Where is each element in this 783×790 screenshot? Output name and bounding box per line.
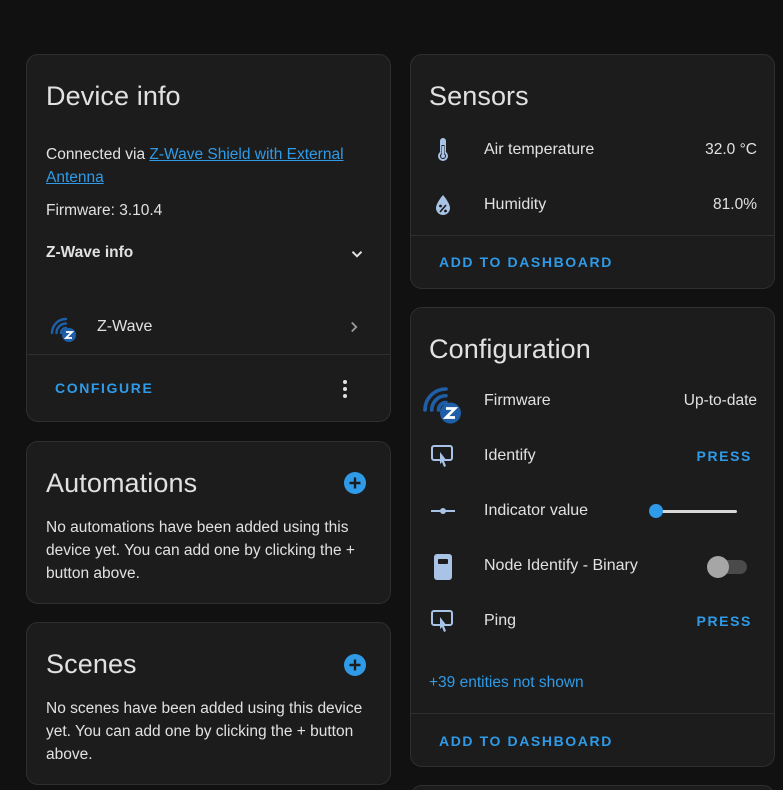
gesture-tap-button-icon: [431, 610, 453, 632]
configuration-divider: [411, 713, 774, 714]
add-scene-icon[interactable]: [343, 653, 367, 677]
chevron-down-icon: [351, 251, 363, 258]
sensor-label-humidity: Humidity: [484, 196, 547, 213]
next-card-partial: [410, 785, 775, 790]
slider-track: [655, 510, 737, 513]
config-label-ping: Ping: [484, 612, 517, 629]
automations-card: Automations No automations have been add…: [26, 441, 391, 604]
config-value-firmware: Up-to-date: [683, 392, 757, 409]
connected-via-prefix: Connected via: [46, 146, 150, 163]
sensors-card: Sensors Air temperature 32.0 °C Humidity…: [410, 54, 775, 289]
scenes-description: No scenes have been added using this dev…: [46, 700, 363, 763]
more-entities-link[interactable]: +39 entities not shown: [429, 671, 584, 694]
zwave-logo-icon: [423, 387, 461, 424]
device-info-title: Device info: [46, 81, 181, 111]
sensor-value-humidity: 81.0%: [713, 196, 757, 213]
config-row-node-identify-binary: Node Identify - Binary: [411, 546, 774, 586]
sensors-title: Sensors: [429, 81, 529, 111]
indicator-value-slider[interactable]: [649, 501, 739, 521]
configure-button[interactable]: CONFIGURE: [55, 380, 153, 396]
configuration-title: Configuration: [429, 334, 591, 364]
sensor-label-temperature: Air temperature: [484, 141, 595, 158]
chevron-right-icon: [351, 321, 358, 333]
config-row-firmware[interactable]: Firmware Up-to-date: [411, 376, 774, 426]
config-label-identify: Identify: [484, 447, 536, 464]
config-row-ping: Ping PRESS: [411, 601, 774, 641]
identify-press-button[interactable]: PRESS: [697, 448, 752, 464]
thermometer-icon: [438, 138, 448, 161]
sensors-divider: [411, 235, 774, 236]
more-vertical-icon[interactable]: [333, 377, 357, 401]
zwave-info-expander[interactable]: Z-Wave info: [27, 230, 390, 276]
ping-press-button[interactable]: PRESS: [697, 613, 752, 629]
config-label-node-identify-binary: Node Identify - Binary: [484, 557, 638, 574]
slider-icon: [431, 508, 455, 514]
configuration-add-to-dashboard-button[interactable]: ADD TO DASHBOARD: [439, 733, 613, 749]
slider-thumb[interactable]: [649, 504, 663, 518]
config-label-firmware: Firmware: [484, 392, 551, 409]
config-row-indicator-value: Indicator value: [411, 491, 774, 531]
configuration-card: Configuration Firmware Up-to-date Identi…: [410, 307, 775, 767]
config-row-identify: Identify PRESS: [411, 436, 774, 476]
connected-via-link-line2[interactable]: Antenna: [46, 169, 104, 186]
firmware-text: Firmware: 3.10.4: [46, 202, 163, 219]
scenes-title: Scenes: [46, 649, 137, 679]
zwave-integration-label: Z-Wave: [97, 318, 153, 335]
sensor-value-temperature: 32.0 °C: [705, 141, 757, 158]
node-identify-toggle[interactable]: [707, 556, 751, 578]
config-label-indicator-value: Indicator value: [484, 502, 589, 519]
add-automation-icon[interactable]: [343, 471, 367, 495]
connected-via-text: Connected via Z-Wave Shield with Externa…: [46, 143, 376, 189]
zwave-integration-row[interactable]: Z-Wave: [27, 303, 390, 349]
water-percent-icon: [436, 195, 450, 215]
automations-title: Automations: [46, 468, 198, 498]
zwave-logo-icon: [50, 317, 76, 342]
sensors-add-to-dashboard-button[interactable]: ADD TO DASHBOARD: [439, 254, 613, 270]
device-info-card: Device info Connected via Z-Wave Shield …: [26, 54, 391, 422]
connected-via-link[interactable]: Z-Wave Shield with External: [149, 146, 343, 163]
toggle-thumb: [707, 556, 729, 578]
scenes-card: Scenes No scenes have been added using t…: [26, 622, 391, 785]
remote-icon: [434, 554, 452, 580]
zwave-info-label: Z-Wave info: [46, 244, 134, 261]
device-info-divider: [27, 354, 390, 355]
automations-description: No automations have been added using thi…: [46, 519, 355, 582]
sensor-row-humidity[interactable]: Humidity 81.0%: [411, 186, 774, 226]
gesture-tap-button-icon: [431, 445, 453, 467]
sensor-row-temperature[interactable]: Air temperature 32.0 °C: [411, 131, 774, 171]
